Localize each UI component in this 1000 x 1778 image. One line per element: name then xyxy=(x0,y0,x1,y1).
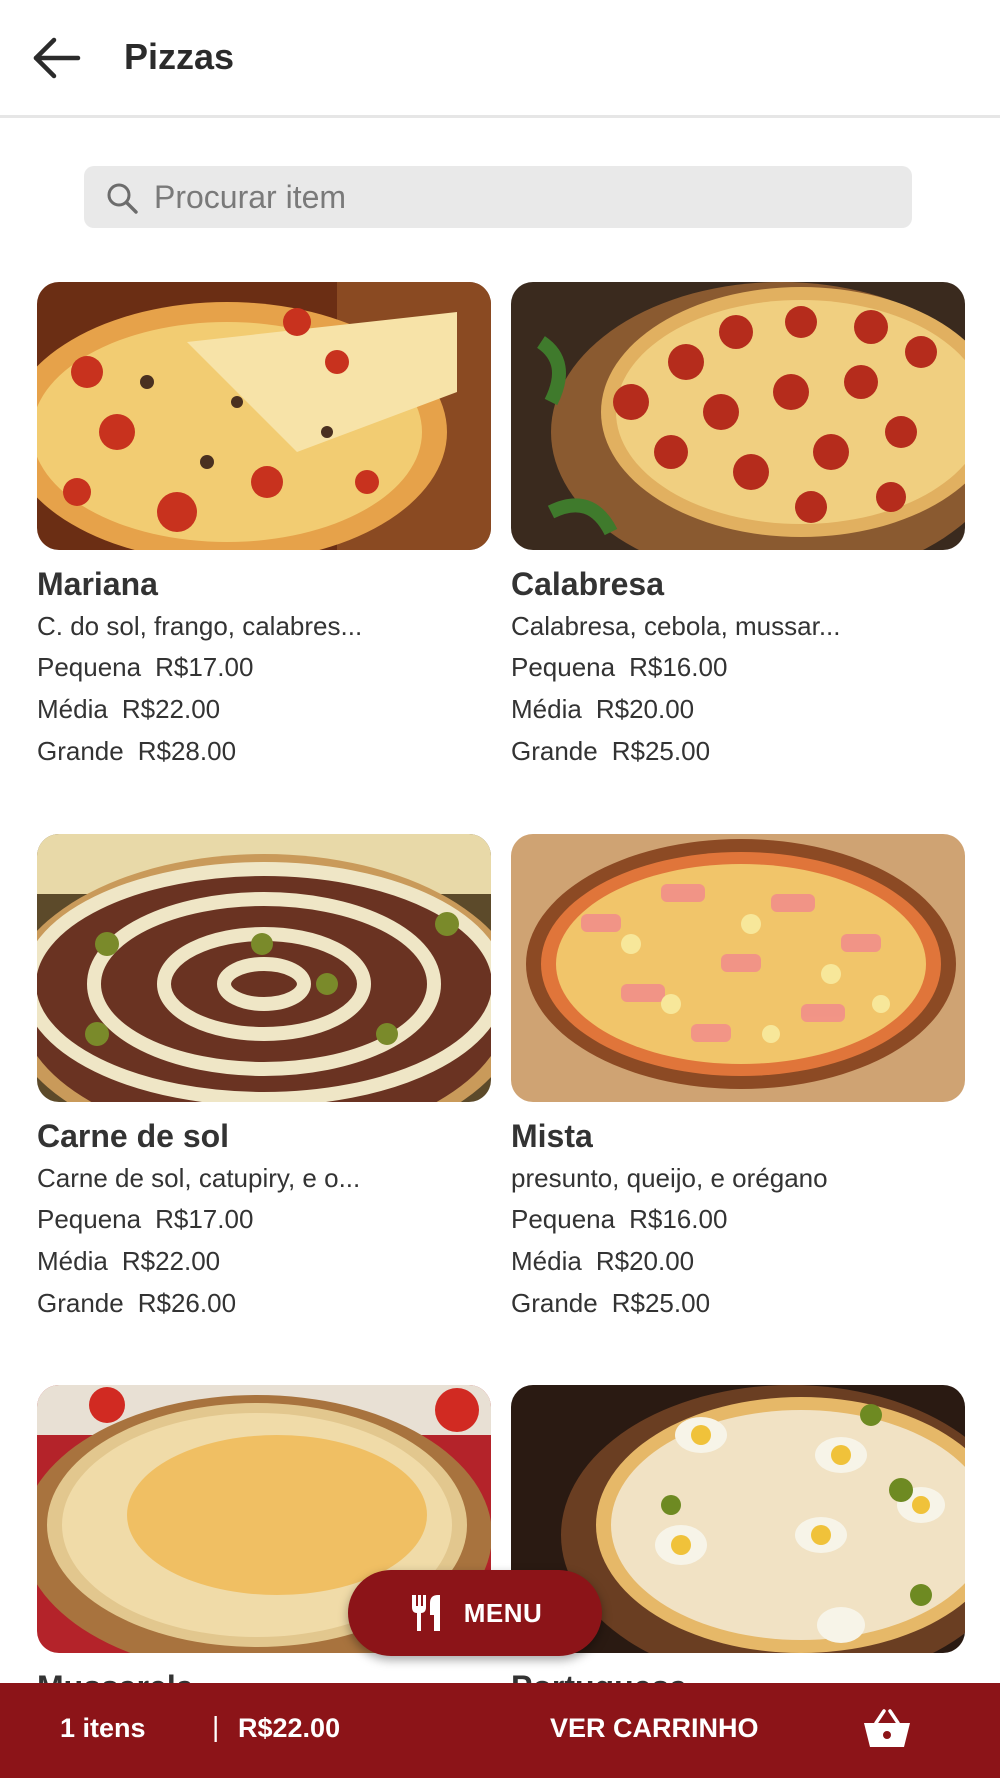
size-label: Pequena xyxy=(37,652,142,682)
product-name: Carne de sol xyxy=(37,1118,230,1154)
size-label: Grande xyxy=(37,736,124,766)
product-card[interactable]: Carne de sol Carne de sol, catupiry, e o… xyxy=(37,834,491,1324)
size-label: Média xyxy=(37,1246,108,1276)
product-description: presunto, queijo, e orégano xyxy=(511,1163,828,1193)
price-row: Grande R$25.00 xyxy=(511,1282,965,1324)
price-row: Grande R$25.00 xyxy=(511,730,965,772)
price-value: R$16.00 xyxy=(629,652,728,682)
price-row: Média R$20.00 xyxy=(511,688,965,730)
price-value: R$20.00 xyxy=(595,1246,695,1276)
price-value: R$20.00 xyxy=(595,694,695,724)
price-row: Média R$22.00 xyxy=(37,688,491,730)
product-image xyxy=(37,282,491,550)
view-cart-button[interactable]: VER CARRINHO xyxy=(550,1713,759,1744)
product-description: C. do sol, frango, calabres... xyxy=(37,611,363,641)
price-value: R$22.00 xyxy=(121,1246,221,1276)
price-value: R$25.00 xyxy=(611,736,711,766)
price-value: R$22.00 xyxy=(121,694,221,724)
basket-icon[interactable] xyxy=(862,1707,912,1751)
price-row: Média R$22.00 xyxy=(37,1240,491,1282)
product-card[interactable]: Mussarela xyxy=(37,1385,491,1707)
size-label: Pequena xyxy=(37,1204,142,1234)
price-row: Pequena R$16.00 xyxy=(511,1198,965,1240)
back-button[interactable] xyxy=(30,34,84,82)
cart-separator: | xyxy=(212,1711,220,1742)
price-row: Média R$20.00 xyxy=(511,1240,965,1282)
product-name: Mariana xyxy=(37,566,158,602)
product-card[interactable]: Mariana C. do sol, frango, calabres... P… xyxy=(37,282,491,772)
product-card[interactable]: Calabresa Calabresa, cebola, mussar... P… xyxy=(511,282,965,772)
price-row: Grande R$28.00 xyxy=(37,730,491,772)
size-label: Grande xyxy=(511,1288,598,1318)
price-value: R$17.00 xyxy=(155,1204,254,1234)
price-row: Pequena R$17.00 xyxy=(37,1198,491,1240)
search-bar[interactable] xyxy=(84,166,912,228)
product-image xyxy=(511,282,965,550)
cart-item-count: 1 itens xyxy=(60,1713,146,1743)
cart-bar[interactable]: 1 itens | R$22.00 VER CARRINHO xyxy=(0,1683,1000,1778)
product-name: Calabresa xyxy=(511,566,664,602)
size-label: Média xyxy=(511,694,582,724)
app-header: Pizzas xyxy=(0,0,1000,118)
price-value: R$25.00 xyxy=(611,1288,711,1318)
product-image xyxy=(511,834,965,1102)
size-label: Média xyxy=(511,1246,582,1276)
size-label: Pequena xyxy=(511,1204,616,1234)
size-label: Grande xyxy=(511,736,598,766)
search-icon xyxy=(107,183,138,214)
size-label: Média xyxy=(37,694,108,724)
product-description: Carne de sol, catupiry, e o... xyxy=(37,1163,361,1193)
price-value: R$17.00 xyxy=(155,652,254,682)
price-row: Grande R$26.00 xyxy=(37,1282,491,1324)
product-name: Mista xyxy=(511,1118,593,1154)
arrow-left-icon xyxy=(33,37,81,79)
fork-knife-icon xyxy=(411,1595,440,1631)
menu-button[interactable]: MENU xyxy=(348,1570,602,1656)
price-value: R$16.00 xyxy=(629,1204,728,1234)
product-card[interactable]: Portuguesa xyxy=(511,1385,965,1707)
product-image xyxy=(37,834,491,1102)
product-description: Calabresa, cebola, mussar... xyxy=(511,611,841,641)
price-row: Pequena R$17.00 xyxy=(37,646,491,688)
product-card[interactable]: Mista presunto, queijo, e orégano Pequen… xyxy=(511,834,965,1324)
size-label: Pequena xyxy=(511,652,616,682)
cart-total: R$22.00 xyxy=(238,1713,341,1743)
page-title: Pizzas xyxy=(124,36,235,77)
size-label: Grande xyxy=(37,1288,124,1318)
price-value: R$28.00 xyxy=(137,736,237,766)
search-input[interactable] xyxy=(154,172,894,222)
menu-label: MENU xyxy=(463,1597,543,1628)
price-value: R$26.00 xyxy=(137,1288,237,1318)
price-row: Pequena R$16.00 xyxy=(511,646,965,688)
